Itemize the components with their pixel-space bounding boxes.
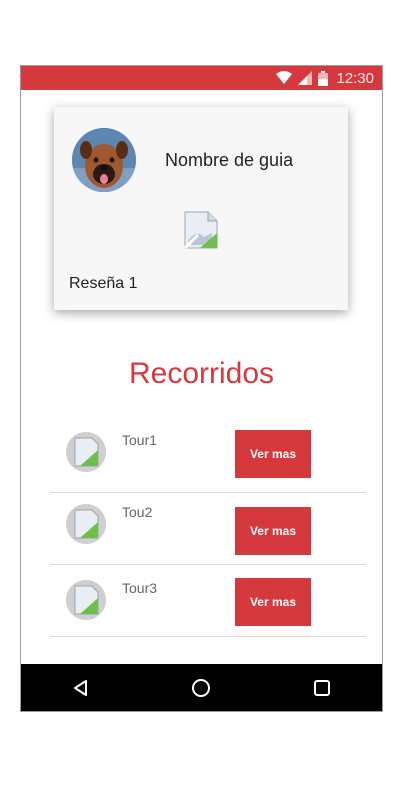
home-icon[interactable] [181, 668, 221, 708]
tour-thumbnail-icon [66, 580, 106, 620]
navigation-bar [21, 664, 382, 711]
wifi-icon [276, 71, 293, 84]
tour-row: Tour3 Ver mas [50, 564, 366, 637]
tour-thumbnail-icon [66, 432, 106, 472]
guide-card[interactable]: Nombre de guia Reseña 1 [54, 107, 348, 310]
tour-thumbnail-icon [66, 504, 106, 544]
broken-image-icon [183, 211, 218, 254]
dog-avatar-image [72, 128, 136, 192]
tour-row: Tour1 Ver mas [50, 420, 366, 493]
ver-mas-button[interactable]: Ver mas [235, 578, 311, 626]
phone-screen: 12:30 Nombre de guia Reseña 1 Recorridos… [21, 66, 382, 711]
main-content: Nombre de guia Reseña 1 Recorridos Tour1… [21, 90, 382, 664]
guide-avatar [72, 128, 136, 192]
ver-mas-button[interactable]: Ver mas [235, 430, 311, 478]
tour-name: Tour3 [122, 580, 158, 596]
status-bar: 12:30 [21, 66, 382, 90]
tour-name: Tour1 [122, 432, 158, 448]
tour-name: Tou2 [122, 504, 153, 520]
battery-icon [318, 70, 329, 86]
guide-name: Nombre de guia [165, 150, 294, 170]
signal-icon [298, 71, 313, 85]
status-time: 12:30 [336, 69, 374, 87]
section-title: Recorridos [128, 357, 275, 390]
recents-icon[interactable] [302, 668, 342, 708]
guide-review: Reseña 1 [69, 275, 138, 292]
back-icon[interactable] [61, 668, 101, 708]
ver-mas-button[interactable]: Ver mas [235, 507, 311, 555]
tour-row: Tou2 Ver mas [50, 492, 366, 565]
